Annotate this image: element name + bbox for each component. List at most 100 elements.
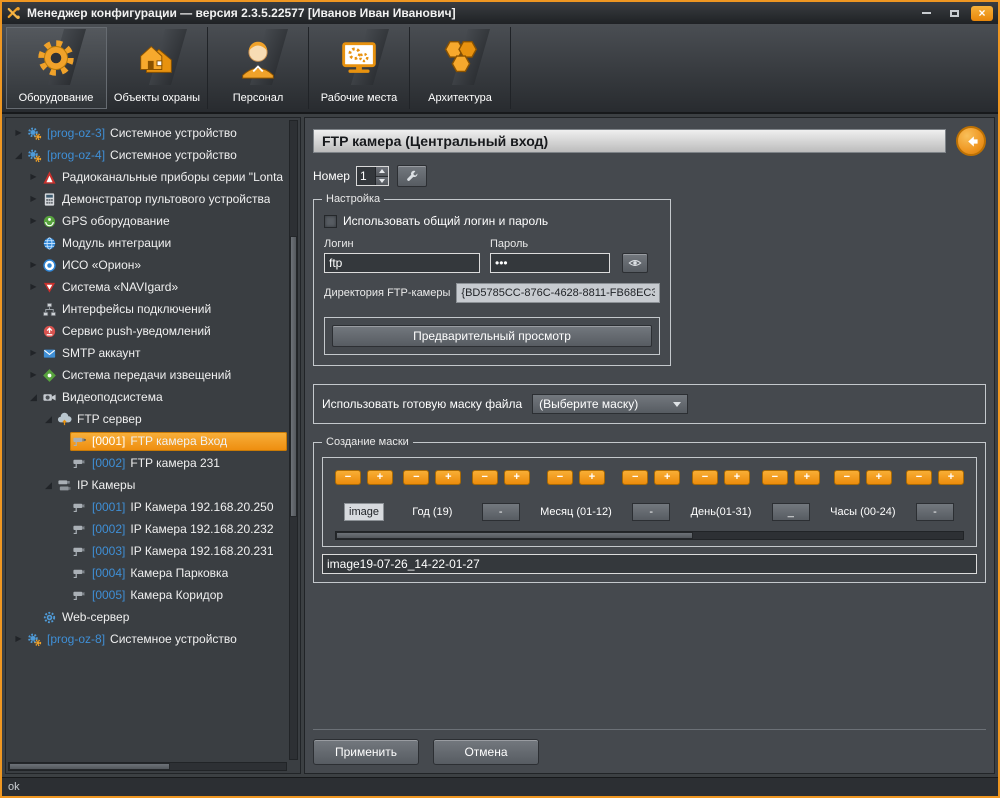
tree-item[interactable]: ◢ [prog-oz-4] Системное устройство	[8, 144, 287, 166]
ribbon-tab-3[interactable]: Персонал	[208, 27, 309, 109]
segment-add-button[interactable]: +	[794, 470, 820, 485]
collapse-arrow-icon[interactable]: ◢	[27, 386, 40, 408]
expand-arrow-icon[interactable]: ▶	[27, 188, 40, 210]
tree-horizontal-scrollbar[interactable]	[8, 762, 287, 771]
expand-arrow-icon[interactable]: ▶	[27, 254, 40, 276]
tree-item[interactable]: ◢ FTP сервер	[8, 408, 287, 430]
cancel-button[interactable]: Отмена	[433, 739, 539, 765]
segment-add-button[interactable]: +	[435, 470, 461, 485]
mask-separator-button[interactable]: -	[482, 503, 520, 521]
segment-remove-button[interactable]: −	[547, 470, 573, 485]
expand-arrow-icon[interactable]: ▶	[12, 628, 25, 650]
collapse-arrow-icon[interactable]: ◢	[42, 474, 55, 496]
ribbon-tab-5[interactable]: Архитектура	[410, 27, 511, 109]
segment-add-button[interactable]: +	[367, 470, 393, 485]
wrench-icon	[405, 169, 419, 183]
tree-vertical-scrollbar-thumb[interactable]	[290, 236, 297, 517]
ribbon-tab-2[interactable]: Объекты охраны	[107, 27, 208, 109]
ribbon-tab-1[interactable]: Оборудование	[6, 27, 107, 109]
mask-horizontal-scrollbar[interactable]	[335, 531, 964, 540]
segment-add-button[interactable]: +	[866, 470, 892, 485]
detail-panel: FTP камера (Центральный вход) Номер Наст…	[304, 117, 995, 774]
collapse-arrow-icon[interactable]: ◢	[42, 408, 55, 430]
settings-group: Настройка Использовать общий логин и пар…	[313, 199, 671, 366]
number-input[interactable]	[357, 167, 375, 185]
mask-separator-button[interactable]: -	[916, 503, 954, 521]
tree-item[interactable]: ▶ GPS оборудование	[8, 210, 287, 232]
segment-remove-button[interactable]: −	[403, 470, 429, 485]
tree-item[interactable]: [0002] IP Камера 192.168.20.232	[8, 518, 287, 540]
tree-horizontal-scrollbar-thumb[interactable]	[9, 763, 170, 770]
segment-remove-button[interactable]: −	[834, 470, 860, 485]
tree-vertical-scrollbar[interactable]	[289, 120, 298, 760]
segment-add-button[interactable]: +	[579, 470, 605, 485]
mask-separator-button[interactable]: _	[772, 503, 810, 521]
tree-item[interactable]: Модуль интеграции	[8, 232, 287, 254]
mask-segment-buttons: − +	[906, 470, 964, 485]
tree-item[interactable]: ▶ [prog-oz-3] Системное устройство	[8, 122, 287, 144]
tree-item[interactable]: ▶ ИСО «Орион»	[8, 254, 287, 276]
mask-result-input[interactable]	[322, 554, 977, 574]
collapse-arrow-icon[interactable]: ◢	[12, 144, 25, 166]
segment-remove-button[interactable]: −	[906, 470, 932, 485]
mask-segment-value[interactable]: image	[344, 503, 384, 521]
tree-item-label: FTP камера 231	[130, 456, 220, 470]
tree-item[interactable]: [0005] Камера Коридор	[8, 584, 287, 606]
mask-select-combobox[interactable]: (Выберите маску)	[532, 394, 688, 414]
notify-icon	[42, 368, 57, 383]
expand-arrow-icon[interactable]: ▶	[27, 166, 40, 188]
close-button[interactable]: ×	[971, 6, 993, 21]
apply-button[interactable]: Применить	[313, 739, 419, 765]
tree-item[interactable]: ◢ IP Камеры	[8, 474, 287, 496]
tree-item[interactable]: ▶ [prog-oz-8] Системное устройство	[8, 628, 287, 650]
edit-number-button[interactable]	[397, 165, 427, 187]
segment-remove-button[interactable]: −	[472, 470, 498, 485]
status-text: ok	[8, 781, 20, 793]
tree-item[interactable]: ◢ Видеоподсистема	[8, 386, 287, 408]
directory-input[interactable]	[456, 283, 660, 303]
segment-add-button[interactable]: +	[938, 470, 964, 485]
segment-add-button[interactable]: +	[724, 470, 750, 485]
tree-item[interactable]: ▶ Система «NAVIgard»	[8, 276, 287, 298]
mask-horizontal-scrollbar-thumb[interactable]	[336, 532, 693, 539]
tree-item[interactable]: [0002] FTP камера 231	[8, 452, 287, 474]
expand-arrow-icon[interactable]: ▶	[27, 210, 40, 232]
shared-login-checkbox[interactable]	[324, 215, 337, 228]
tree-item[interactable]: [0003] IP Камера 192.168.20.231	[8, 540, 287, 562]
tree-item[interactable]: ▶ Радиоканальные приборы серии "Lonta-Op…	[8, 166, 287, 188]
segment-remove-button[interactable]: −	[762, 470, 788, 485]
segment-remove-button[interactable]: −	[335, 470, 361, 485]
mask-separator-button[interactable]: -	[632, 503, 670, 521]
lonta-icon	[42, 170, 57, 185]
spinner-up-button[interactable]	[376, 167, 388, 176]
show-password-button[interactable]	[622, 253, 648, 273]
segment-remove-button[interactable]: −	[692, 470, 718, 485]
tree-item[interactable]: Сервис push-уведомлений	[8, 320, 287, 342]
workstation-icon	[329, 28, 389, 88]
segment-remove-button[interactable]: −	[622, 470, 648, 485]
minimize-button[interactable]	[915, 6, 937, 21]
expand-arrow-icon[interactable]: ▶	[12, 122, 25, 144]
tree-item[interactable]: ▶ Система передачи извещений	[8, 364, 287, 386]
expand-arrow-icon[interactable]: ▶	[27, 342, 40, 364]
directory-label: Директория FTP-камеры	[324, 287, 450, 299]
segment-add-button[interactable]: +	[504, 470, 530, 485]
back-button[interactable]	[956, 126, 986, 156]
preview-button[interactable]: Предварительный просмотр	[332, 325, 652, 347]
maximize-button[interactable]	[943, 6, 965, 21]
spinner-down-button[interactable]	[376, 176, 388, 186]
expand-arrow-icon[interactable]: ▶	[27, 364, 40, 386]
tree-item[interactable]: ▶ Демонстратор пультового устройства	[8, 188, 287, 210]
segment-add-button[interactable]: +	[654, 470, 680, 485]
tree-item[interactable]: Web-сервер	[8, 606, 287, 628]
tree-item[interactable]: [0001] FTP камера Вход	[8, 430, 287, 452]
expand-arrow-icon[interactable]: ▶	[27, 276, 40, 298]
tree-item[interactable]: [0004] Камера Парковка	[8, 562, 287, 584]
eye-icon	[628, 256, 642, 270]
tree-item[interactable]: [0001] IP Камера 192.168.20.250	[8, 496, 287, 518]
tree-item[interactable]: Интерфейсы подключений	[8, 298, 287, 320]
ribbon-tab-4[interactable]: Рабочие места	[309, 27, 410, 109]
password-input[interactable]	[490, 253, 610, 273]
tree-item[interactable]: ▶ SMTP аккаунт	[8, 342, 287, 364]
login-input[interactable]	[324, 253, 480, 273]
